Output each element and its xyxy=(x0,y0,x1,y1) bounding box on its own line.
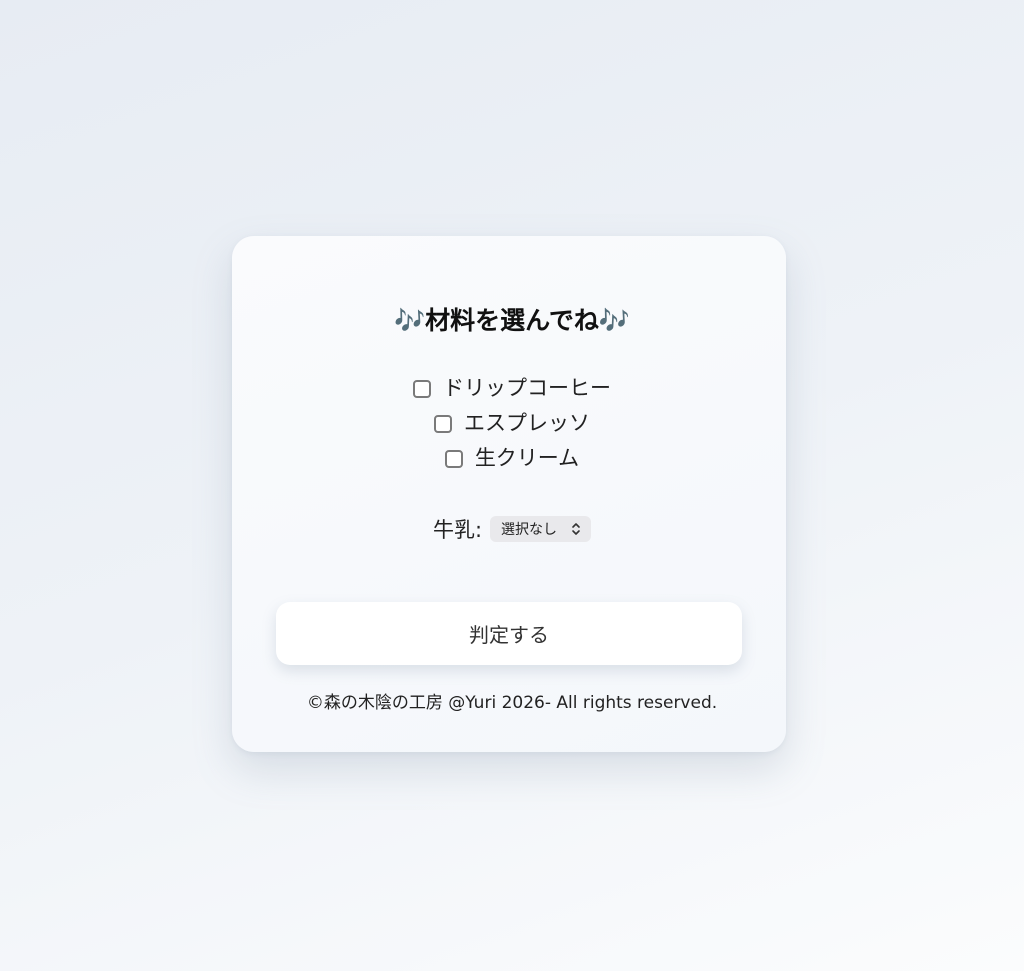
ingredient-options: ドリップコーヒー エスプレッソ 生クリーム xyxy=(0,369,1024,474)
judge-button[interactable]: 判定する xyxy=(276,602,742,665)
footer-copyright: ©森の木陰の工房 @Yuri 2026- All rights reserved… xyxy=(306,693,718,713)
ingredient-option-drip-coffee[interactable]: ドリップコーヒー xyxy=(0,369,1024,404)
chevron-up-down-icon xyxy=(572,523,580,535)
milk-label: 牛乳: xyxy=(432,518,483,542)
drip-coffee-checkbox[interactable] xyxy=(413,379,431,398)
fresh-cream-checkbox[interactable] xyxy=(444,449,463,468)
milk-row: 牛乳: 選択なし xyxy=(0,512,1024,546)
milk-select[interactable]: 選択なし xyxy=(490,516,592,542)
ingredient-label: エスプレッソ xyxy=(464,410,590,435)
espresso-checkbox[interactable] xyxy=(434,414,452,433)
ingredient-label: ドリップコーヒー xyxy=(443,375,611,400)
ingredient-label: 生クリーム xyxy=(474,445,580,470)
ingredient-option-fresh-cream[interactable]: 生クリーム xyxy=(0,439,1024,474)
ingredient-option-espresso[interactable]: エスプレッソ xyxy=(0,404,1024,439)
milk-select-value: 選択なし xyxy=(501,522,558,538)
page-title: 🎶材料を選んでね🎶 xyxy=(393,306,630,335)
